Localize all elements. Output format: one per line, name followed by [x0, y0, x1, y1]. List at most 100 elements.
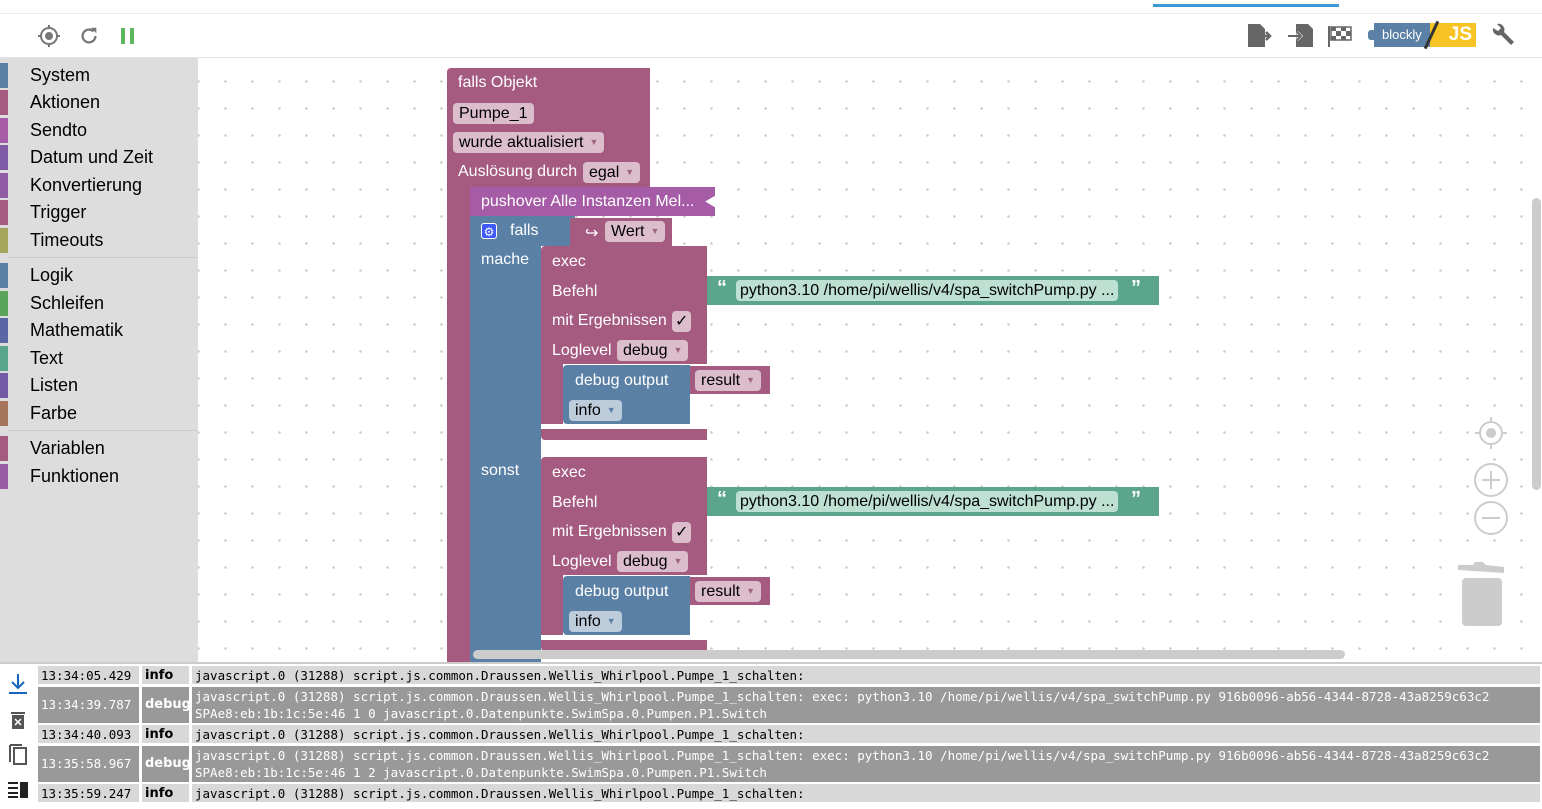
command-text-field[interactable]: python3.10 /home/pi/wellis/v4/spa_switch… [736, 280, 1119, 301]
condition-dropdown[interactable]: wurde aktualisiert ▼ [453, 132, 605, 153]
trash-icon[interactable] [1456, 560, 1506, 635]
log-row: 13:35:59.247 info javascript.0 (31288) s… [38, 784, 1540, 802]
category-label: Konvertierung [30, 174, 143, 195]
category-label: Timeouts [30, 229, 104, 250]
blockly-js-toggle[interactable]: blockly JS [1368, 20, 1476, 50]
sidebar-category[interactable]: Listen [0, 373, 198, 399]
category-separator [8, 429, 198, 431]
category-label: Listen [30, 375, 79, 395]
debug-output-label: debug output [575, 583, 669, 600]
category-color [0, 117, 8, 143]
sidebar-category[interactable]: Variablen [0, 436, 198, 462]
log-panel: 13:34:05.429 info javascript.0 (31288) s… [0, 662, 1542, 809]
category-label: Mathematik [30, 320, 124, 340]
pushover-label: pushover Alle Instanzen Mel... [481, 193, 695, 210]
debug-level-dropdown[interactable]: info ▼ [569, 611, 622, 632]
wrench-icon[interactable] [1488, 22, 1516, 50]
exec-block-body [541, 575, 563, 635]
category-label: Farbe [30, 402, 78, 423]
delete-icon[interactable] [6, 708, 30, 732]
category-label: Logik [30, 265, 74, 285]
export-icon[interactable] [1246, 22, 1274, 50]
sidebar-category[interactable]: Schleifen [0, 290, 198, 316]
toolbar: blockly JS [0, 14, 1542, 58]
sidebar-category[interactable]: Trigger [0, 200, 198, 226]
pause-icon[interactable] [114, 22, 142, 50]
sidebar-category[interactable]: Text [0, 345, 198, 371]
exec-title: exec [552, 464, 586, 481]
zoom-in-icon[interactable] [1474, 463, 1508, 502]
columns-icon[interactable] [6, 778, 30, 802]
category-color [0, 373, 8, 398]
sidebar-category[interactable]: Datum und Zeit [0, 145, 198, 171]
log-row: 13:34:05.429 info javascript.0 (31288) s… [38, 666, 1540, 684]
sidebar-category[interactable]: Farbe [0, 400, 198, 426]
value-dropdown[interactable]: Wert ▼ [605, 221, 666, 242]
category-color [0, 436, 8, 461]
gear-icon[interactable]: ⚙ [481, 223, 497, 239]
results-checkbox[interactable]: ✓ [672, 522, 692, 543]
category-label: System [30, 64, 91, 85]
exec-block-body [541, 364, 563, 424]
loglevel-label: Loglevel [552, 553, 612, 570]
category-separator [8, 256, 198, 258]
refresh-icon[interactable] [75, 22, 103, 50]
command-text-field[interactable]: python3.10 /home/pi/wellis/v4/spa_switch… [736, 491, 1119, 512]
sidebar-category[interactable]: Timeouts [0, 227, 198, 253]
object-id-field[interactable]: Pumpe_1 [453, 103, 534, 124]
recenter-icon[interactable] [1474, 416, 1508, 455]
log-level: info [142, 725, 192, 743]
loglevel-label: Loglevel [552, 342, 612, 359]
results-checkbox[interactable]: ✓ [672, 311, 692, 332]
toolbox-sidebar: System Aktionen Sendto Datum und Zeit Konver… [0, 58, 198, 662]
top-tab-bar [0, 0, 1542, 14]
results-label: mit Ergebnissen [552, 312, 667, 329]
log-row: 13:35:58.967 debug javascript.0 (31288) … [38, 745, 1540, 782]
category-color [0, 90, 8, 115]
sidebar-category[interactable]: Sendto [0, 117, 198, 143]
result-variable-dropdown[interactable]: result ▼ [695, 370, 762, 391]
category-color [0, 318, 8, 343]
copy-icon[interactable] [6, 742, 30, 766]
log-level: info [142, 784, 192, 802]
category-label: Schleifen [30, 292, 105, 313]
if-label: falls [510, 222, 539, 239]
sidebar-category[interactable]: Mathematik [0, 318, 198, 344]
category-label: Datum und Zeit [30, 147, 154, 167]
flag-icon[interactable] [1326, 22, 1354, 50]
category-label: Text [30, 347, 64, 368]
category-color [0, 62, 8, 88]
category-color [0, 227, 8, 253]
exec-block-bottom [541, 429, 707, 440]
quote-open-icon: “ [717, 488, 727, 510]
trigger-title: falls Objekt [458, 74, 538, 91]
zoom-out-icon[interactable] [1474, 501, 1508, 540]
sidebar-category[interactable]: System [0, 62, 198, 88]
log-message: javascript.0 (31288) script.js.common.Dr… [195, 785, 805, 801]
active-tab-indicator [1153, 4, 1339, 7]
sidebar-category[interactable]: Aktionen [0, 90, 198, 116]
import-icon[interactable] [1287, 22, 1315, 50]
command-label: Befehl [552, 494, 598, 511]
debug-output-label: debug output [575, 372, 669, 389]
sidebar-category[interactable]: Konvertierung [0, 172, 198, 198]
vertical-scrollbar[interactable] [1532, 198, 1541, 490]
horizontal-scrollbar[interactable] [473, 650, 1345, 659]
scroll-down-icon[interactable] [6, 672, 30, 696]
loglevel-dropdown[interactable]: debug ▼ [617, 551, 689, 572]
quote-open-icon: “ [717, 277, 727, 299]
sidebar-category[interactable]: Logik [0, 263, 198, 289]
log-time: 13:35:59.247 [38, 784, 142, 802]
blockly-workspace[interactable]: falls Objekt Pumpe_1 wurde aktualisiert ▼… [198, 58, 1542, 662]
result-variable-dropdown[interactable]: result ▼ [695, 581, 762, 602]
loglevel-dropdown[interactable]: debug ▼ [617, 340, 689, 361]
log-level: debug [142, 745, 192, 782]
ack-dropdown[interactable]: egal ▼ [583, 162, 641, 183]
sidebar-category[interactable]: Funktionen [0, 463, 198, 489]
category-color [0, 145, 8, 170]
category-label: Trigger [30, 202, 87, 222]
debug-level-dropdown[interactable]: info ▼ [569, 400, 622, 421]
target-icon[interactable] [35, 22, 63, 50]
if-block-body [470, 246, 541, 662]
quote-close-icon: ” [1131, 488, 1141, 510]
